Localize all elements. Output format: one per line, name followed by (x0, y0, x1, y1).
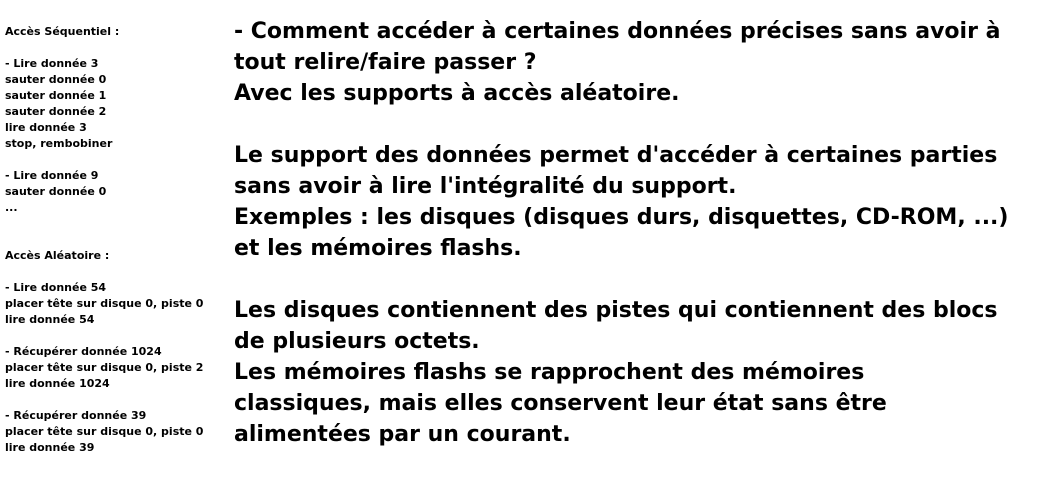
paragraph-line: sans avoir à lire l'intégralité du suppo… (234, 174, 737, 199)
sequential-example-line: - Lire donnée 3 (5, 57, 99, 70)
paragraph-disks-flash: Les disques contiennent des pistes qui c… (234, 295, 1054, 450)
paragraph-line: Avec les supports à accès aléatoire. (234, 81, 680, 106)
paragraph-line: de plusieurs octets. (234, 329, 480, 354)
sequential-example-line: sauter donnée 2 (5, 105, 107, 118)
random-example-line: lire donnée 1024 (5, 377, 110, 390)
main-explanation: - Comment accéder à certaines données pr… (234, 16, 1054, 450)
random-example-3: - Récupérer donnée 39 placer tête sur di… (5, 408, 225, 456)
paragraph-line: - Comment accéder à certaines données pr… (234, 19, 1001, 44)
sequential-example-1: - Lire donnée 3 sauter donnée 0 sauter d… (5, 56, 225, 152)
random-example-1: - Lire donnée 54 placer tête sur disque … (5, 280, 225, 328)
random-example-line: - Récupérer donnée 39 (5, 409, 147, 422)
paragraph-line: et les mémoires flashs. (234, 236, 522, 261)
sequential-example-line: sauter donnée 1 (5, 89, 107, 102)
paragraph-line: classiques, mais elles conservent leur é… (234, 391, 887, 416)
random-example-2: - Récupérer donnée 1024 placer tête sur … (5, 344, 225, 392)
paragraph-support: Le support des données permet d'accéder … (234, 140, 1054, 264)
paragraph-line: Le support des données permet d'accéder … (234, 143, 998, 168)
random-access-title: Accès Aléatoire : (5, 249, 110, 262)
sequential-example-line: lire donnée 3 (5, 121, 87, 134)
random-example-line: placer tête sur disque 0, piste 0 (5, 297, 204, 310)
sequential-example-line: stop, rembobiner (5, 137, 113, 150)
sequential-example-2: - Lire donnée 9 sauter donnée 0 ... (5, 168, 225, 216)
paragraph-line: Exemples : les disques (disques durs, di… (234, 205, 1009, 230)
sequential-example-line: sauter donnée 0 (5, 73, 107, 86)
random-example-line: lire donnée 54 (5, 313, 95, 326)
sequential-example-line: - Lire donnée 9 (5, 169, 99, 182)
sequential-example-line: ... (5, 201, 18, 214)
sequential-example-line: sauter donnée 0 (5, 185, 107, 198)
paragraph-line: Les mémoires flashs se rapprochent des m… (234, 360, 865, 385)
random-example-line: - Lire donnée 54 (5, 281, 107, 294)
random-example-line: placer tête sur disque 0, piste 2 (5, 361, 204, 374)
paragraph-line: Les disques contiennent des pistes qui c… (234, 298, 998, 323)
random-example-line: - Récupérer donnée 1024 (5, 345, 162, 358)
paragraph-line: alimentées par un courant. (234, 422, 571, 447)
access-notes-column: Accès Séquentiel : - Lire donnée 3 saute… (5, 24, 225, 456)
random-example-line: lire donnée 39 (5, 441, 95, 454)
paragraph-question: - Comment accéder à certaines données pr… (234, 16, 1054, 109)
random-example-line: placer tête sur disque 0, piste 0 (5, 425, 204, 438)
sequential-access-title: Accès Séquentiel : (5, 25, 120, 38)
paragraph-line: tout relire/faire passer ? (234, 50, 537, 75)
